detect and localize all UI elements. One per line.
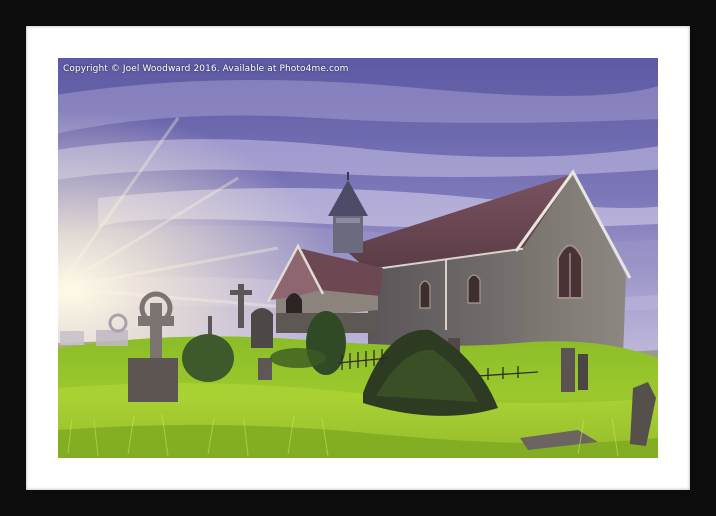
framed-photo: Copyright © Joel Woodward 2016. Availabl… [58, 58, 658, 458]
church-landscape-image [58, 58, 658, 458]
copyright-watermark: Copyright © Joel Woodward 2016. Availabl… [63, 64, 349, 74]
